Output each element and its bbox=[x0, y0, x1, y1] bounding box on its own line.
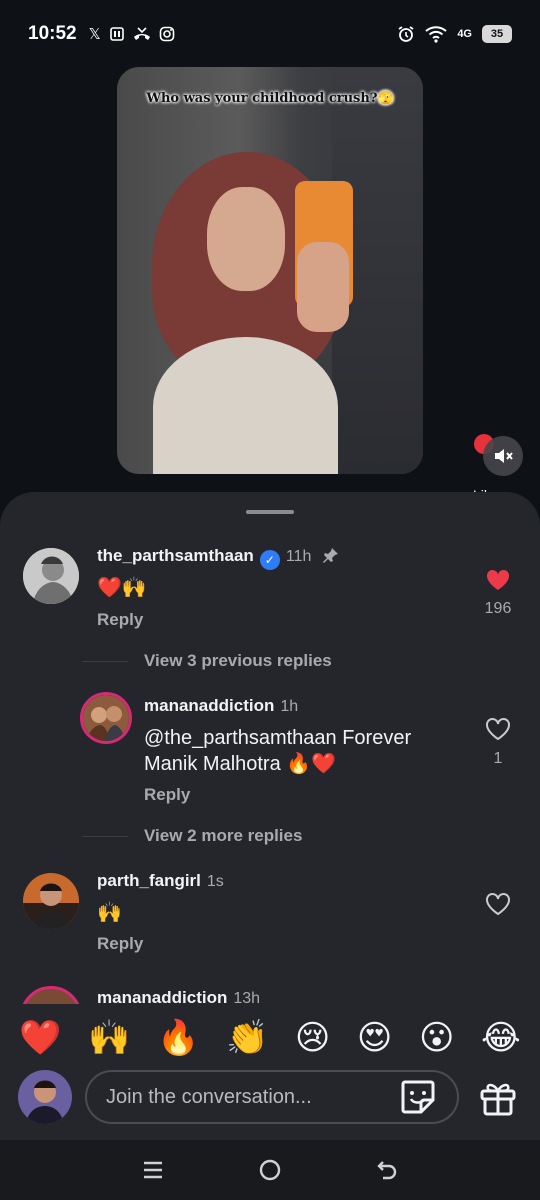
back-arrow-icon bbox=[376, 1161, 396, 1180]
avatar[interactable] bbox=[80, 692, 132, 744]
status-bar: 10:52 𝕏 4G 35 bbox=[0, 0, 540, 68]
view-more-replies-button[interactable]: View 2 more replies bbox=[144, 826, 302, 846]
comment-text: 🙌 bbox=[97, 902, 122, 924]
comment-text: ❤️🙌 bbox=[97, 577, 147, 599]
comment-text-line-2: Manik Malhotra 🔥❤️ bbox=[144, 753, 337, 775]
home-button[interactable] bbox=[253, 1153, 287, 1187]
reply-button[interactable]: Reply bbox=[144, 785, 190, 805]
home-circle-icon bbox=[259, 1159, 281, 1181]
heart-filled-icon[interactable] bbox=[485, 568, 511, 592]
gift-icon[interactable] bbox=[478, 1078, 518, 1118]
mute-button[interactable] bbox=[483, 436, 523, 476]
avatar-couple-icon bbox=[83, 695, 129, 741]
system-nav-bar bbox=[0, 1140, 540, 1200]
instagram-icon bbox=[159, 26, 175, 42]
avatar-portrait-icon bbox=[23, 873, 79, 929]
back-button[interactable] bbox=[370, 1153, 404, 1187]
current-user-avatar[interactable] bbox=[18, 1070, 72, 1124]
thread-line bbox=[82, 836, 128, 837]
emoji-clapping[interactable]: 👏 bbox=[226, 1021, 268, 1055]
avatar[interactable] bbox=[23, 873, 79, 929]
video-caption: Who was your childhood crush?🫣 bbox=[146, 91, 394, 106]
reply-button[interactable]: Reply bbox=[97, 610, 143, 630]
avatar-portrait-icon bbox=[18, 1070, 72, 1124]
heart-outline-icon[interactable] bbox=[485, 717, 511, 741]
username-text: parth_fangirl bbox=[97, 871, 201, 890]
heart-outline-icon[interactable] bbox=[485, 892, 511, 916]
emoji-laughing[interactable]: 😂 bbox=[481, 1021, 521, 1055]
menu-lines-icon bbox=[144, 1161, 163, 1179]
system-icons: 4G 35 bbox=[397, 25, 512, 43]
battery-indicator: 35 bbox=[482, 25, 512, 43]
avatar[interactable] bbox=[23, 548, 79, 604]
sheet-drag-handle[interactable] bbox=[246, 510, 294, 514]
like-count: 1 bbox=[493, 750, 503, 767]
battery-level: 35 bbox=[490, 28, 504, 40]
notification-icons: 𝕏 bbox=[89, 25, 175, 43]
comment-time: 1h bbox=[280, 698, 299, 715]
video-subject-hand bbox=[297, 242, 349, 332]
avatar-portrait-icon bbox=[23, 548, 79, 604]
thread-line bbox=[82, 661, 128, 662]
emoji-heart-eyes[interactable]: 😍 bbox=[357, 1021, 392, 1055]
comment-time: 1s bbox=[206, 873, 224, 890]
comment-text-line-1: @the_parthsamthaan Forever bbox=[144, 727, 412, 749]
alarm-icon bbox=[398, 26, 414, 42]
speaker-muted-icon bbox=[495, 449, 513, 463]
emoji-surprised[interactable]: 😮 bbox=[419, 1021, 454, 1055]
emoji-raised-hands[interactable]: 🙌 bbox=[88, 1021, 130, 1055]
sticker-icon[interactable] bbox=[399, 1078, 437, 1116]
comment-composer bbox=[0, 1064, 540, 1140]
username-text: the_parthsamthaan bbox=[97, 546, 254, 565]
username-text: mananaddiction bbox=[144, 696, 275, 715]
video-preview[interactable]: Who was your childhood crush?🫣 bbox=[117, 67, 423, 474]
emoji-fire[interactable]: 🔥 bbox=[157, 1021, 199, 1055]
comment-username[interactable]: the_parthsamthaan ✓ 11h bbox=[97, 546, 340, 570]
video-subject-face bbox=[207, 187, 285, 291]
missed-call-icon bbox=[133, 27, 150, 40]
like-count: 196 bbox=[484, 600, 512, 617]
verified-badge-icon: ✓ bbox=[259, 550, 280, 570]
sim-icon bbox=[109, 27, 124, 41]
reply-button[interactable]: Reply bbox=[97, 934, 143, 954]
network-label: 4G bbox=[457, 28, 472, 40]
view-previous-replies-button[interactable]: View 3 previous replies bbox=[144, 651, 332, 671]
comment-time: 11h bbox=[285, 548, 312, 565]
emoji-crying[interactable]: 😢 bbox=[295, 1021, 330, 1055]
quick-reaction-row: ❤️ 🙌 🔥 👏 😢 😍 😮 😂 bbox=[0, 1004, 540, 1072]
recent-apps-button[interactable] bbox=[136, 1153, 170, 1187]
status-time: 10:52 bbox=[28, 23, 77, 44]
video-subject-top bbox=[153, 337, 338, 474]
comment-username[interactable]: mananaddiction 1h bbox=[144, 696, 298, 716]
wifi-icon bbox=[425, 26, 447, 43]
comment-username[interactable]: parth_fangirl 1s bbox=[97, 871, 224, 891]
emoji-heart[interactable]: ❤️ bbox=[19, 1021, 61, 1055]
x-icon: 𝕏 bbox=[88, 26, 101, 43]
pin-icon bbox=[323, 548, 339, 563]
